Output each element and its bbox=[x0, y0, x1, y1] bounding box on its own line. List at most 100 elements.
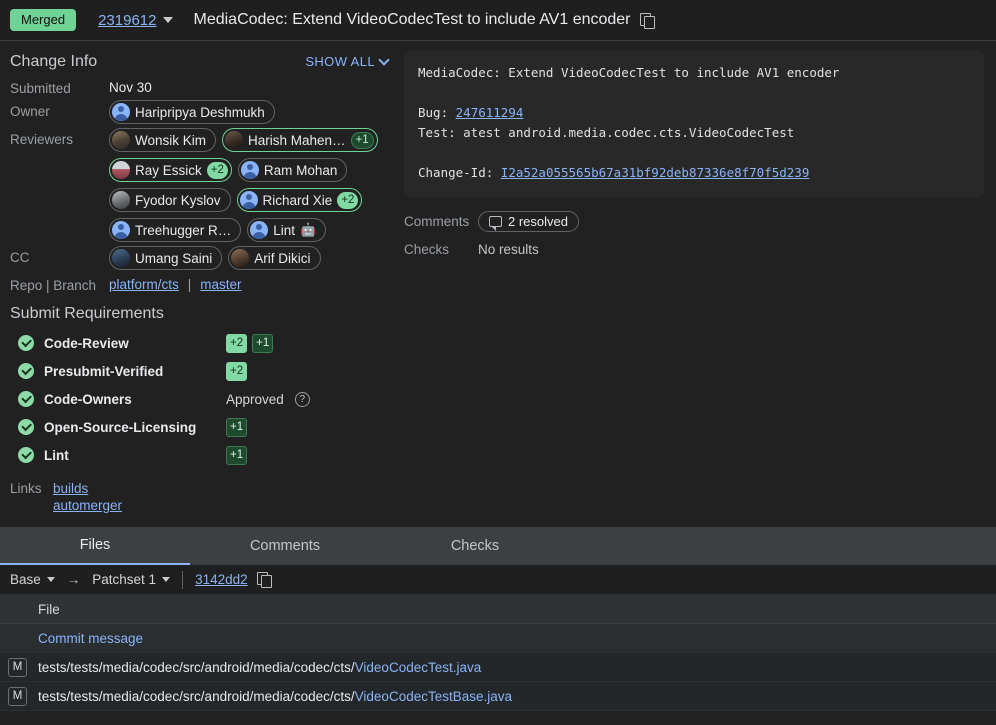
account-name: Umang Saini bbox=[135, 250, 213, 266]
tab-files[interactable]: Files bbox=[0, 527, 190, 565]
submit-requirements-panel: Submit Requirements Code-Review +2 +1 Presu… bbox=[0, 297, 996, 469]
avatar bbox=[250, 221, 269, 239]
submitted-value: Nov 30 bbox=[109, 80, 152, 95]
repo-link[interactable]: platform/cts bbox=[109, 277, 179, 292]
comments-resolved-label: 2 resolved bbox=[508, 214, 568, 229]
account-chip[interactable]: Wonsik Kim bbox=[109, 128, 217, 152]
submit-requirements-list: Code-Review +2 +1 Presubmit-Verified +2 Code-… bbox=[10, 329, 996, 469]
checks-row: Checks No results bbox=[404, 242, 984, 257]
show-all-label: SHOW ALL bbox=[305, 54, 375, 69]
table-row[interactable]: Mtests/tests/media/codec/src/android/med… bbox=[0, 653, 996, 682]
bug-link[interactable]: 247611294 bbox=[456, 105, 524, 120]
patchset-bar: Base → Patchset 1 3142dd2 bbox=[0, 565, 996, 595]
submit-requirement-row[interactable]: Lint +1 bbox=[10, 441, 996, 469]
avatar bbox=[112, 103, 130, 121]
submit-requirement-values: +1 bbox=[226, 445, 248, 465]
table-row[interactable]: Commit message bbox=[0, 624, 996, 653]
account-name: Treehugger R… bbox=[135, 222, 232, 238]
account-chip[interactable]: Richard Xie +2 bbox=[236, 188, 363, 212]
submit-requirement-name: Code-Review bbox=[44, 335, 129, 351]
submit-requirement-row[interactable]: Presubmit-Verified +2 bbox=[10, 357, 996, 385]
vote-chip: +1 bbox=[252, 333, 274, 353]
file-path-name[interactable]: VideoCodecTestBase.java bbox=[355, 689, 512, 704]
table-row[interactable]: Mtests/tests/media/codec/src/android/med… bbox=[0, 682, 996, 711]
patchset-selector[interactable]: Patchset 1 bbox=[92, 572, 171, 587]
main-tabs: Files Comments Checks bbox=[0, 527, 996, 565]
base-selector[interactable]: Base bbox=[10, 572, 55, 587]
divider bbox=[182, 570, 184, 589]
avatar bbox=[239, 191, 258, 209]
check-circle-icon bbox=[18, 419, 34, 435]
account-name: Ray Essick bbox=[135, 162, 202, 178]
file-path-dir: tests/tests/media/codec/src/android/medi… bbox=[38, 688, 355, 704]
account-chip[interactable]: Arif Dikici bbox=[228, 246, 321, 270]
submit-requirement-row[interactable]: Code-Owners Approved? bbox=[10, 385, 996, 413]
avatar bbox=[112, 221, 130, 239]
change-info-header: Change Info SHOW ALL bbox=[10, 53, 400, 71]
submit-requirement-row[interactable]: Open-Source-Licensing +1 bbox=[10, 413, 996, 441]
submit-requirement-name: Code-Owners bbox=[44, 391, 132, 407]
submit-requirement-row[interactable]: Code-Review +2 +1 bbox=[10, 329, 996, 357]
account-chip[interactable]: Haripripya Deshmukh bbox=[109, 100, 275, 124]
status-badge: M bbox=[8, 686, 27, 706]
account-chip[interactable]: Fyodor Kyslov bbox=[109, 188, 231, 212]
revision-link[interactable]: 3142dd2 bbox=[195, 572, 248, 587]
checks-label: Checks bbox=[404, 242, 450, 257]
change-info-title: Change Info bbox=[10, 53, 98, 70]
avatar bbox=[112, 191, 130, 209]
show-all-button[interactable]: SHOW ALL bbox=[305, 54, 390, 69]
file-path-name[interactable]: VideoCodecTest.java bbox=[355, 660, 482, 675]
base-label: Base bbox=[10, 572, 41, 587]
avatar bbox=[112, 161, 130, 179]
check-circle-icon bbox=[18, 363, 34, 379]
cc-chips: Umang Saini Arif Dikici bbox=[109, 246, 400, 270]
chevron-down-icon bbox=[162, 577, 171, 582]
avatar bbox=[112, 249, 130, 267]
tab-comments[interactable]: Comments bbox=[190, 527, 380, 565]
chevron-down-icon[interactable] bbox=[163, 17, 174, 23]
change-number-link[interactable]: 2319612 bbox=[98, 12, 156, 29]
external-link[interactable]: automerger bbox=[53, 498, 122, 513]
robot-icon: 🤖 bbox=[300, 222, 317, 237]
account-name: Ram Mohan bbox=[263, 162, 338, 178]
checks-value: No results bbox=[478, 242, 539, 257]
help-icon[interactable]: ? bbox=[294, 391, 310, 407]
links-label: Links bbox=[10, 481, 42, 496]
tab-checks[interactable]: Checks bbox=[380, 527, 570, 565]
repo-branch-value: platform/cts | master bbox=[109, 274, 400, 292]
account-chip[interactable]: Ray Essick +2 bbox=[109, 158, 232, 182]
chevron-down-icon bbox=[378, 54, 390, 66]
submit-requirements-title: Submit Requirements bbox=[10, 305, 164, 322]
copy-icon[interactable] bbox=[256, 572, 272, 588]
copy-icon[interactable] bbox=[639, 12, 655, 29]
comments-label: Comments bbox=[404, 214, 470, 229]
submit-requirement-name: Open-Source-Licensing bbox=[44, 419, 197, 435]
account-chip[interactable]: Lint 🤖 bbox=[247, 218, 327, 242]
comments-resolved-chip[interactable]: 2 resolved bbox=[478, 211, 579, 232]
external-link[interactable]: builds bbox=[53, 481, 122, 496]
comments-checks-rows: Comments 2 resolved Checks No results bbox=[404, 211, 984, 257]
account-name: Arif Dikici bbox=[254, 250, 311, 266]
submit-requirement-values: +1 bbox=[226, 417, 248, 437]
reviewers-label: Reviewers bbox=[10, 132, 74, 147]
commit-message-link[interactable]: Commit message bbox=[38, 631, 143, 646]
account-chip[interactable]: Treehugger R… bbox=[109, 218, 242, 242]
account-chip[interactable]: Umang Saini bbox=[109, 246, 223, 270]
account-chip[interactable]: Ram Mohan bbox=[237, 158, 348, 182]
submit-requirement-name: Lint bbox=[44, 447, 69, 463]
vote-chip: +1 bbox=[226, 417, 248, 437]
column-header-file: File bbox=[38, 601, 60, 617]
account-name: Wonsik Kim bbox=[135, 132, 207, 148]
repo-branch-row: Repo | Branch platform/cts | master bbox=[10, 274, 400, 293]
commit-subject: MediaCodec: Extend VideoCodecTest to inc… bbox=[418, 65, 840, 80]
submitted-row: Submitted Nov 30 bbox=[10, 77, 400, 96]
reviewer-chips: Wonsik Kim Harish Mahen… +1 Ray Essick +2 Ram… bbox=[109, 128, 400, 242]
file-table-header: File bbox=[0, 595, 996, 624]
change-id-link[interactable]: I2a52a055565b67a31bf92deb87336e8f70f5d23… bbox=[501, 165, 810, 180]
account-chip[interactable]: Harish Mahen… +1 bbox=[222, 128, 378, 152]
change-metadata: Change Info SHOW ALL Submitted Nov 30 Ow… bbox=[0, 41, 996, 297]
vote-chip: +2 bbox=[226, 361, 248, 381]
branch-link[interactable]: master bbox=[200, 277, 241, 292]
change-header: Merged 2319612 MediaCodec: Extend VideoC… bbox=[0, 0, 996, 41]
avatar bbox=[225, 131, 244, 149]
